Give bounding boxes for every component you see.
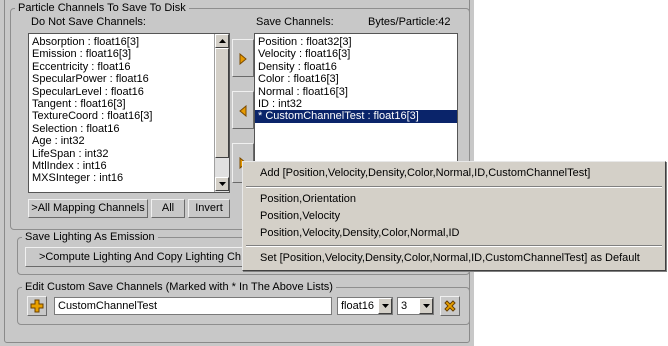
menu-separator (246, 245, 662, 247)
menu-item-set-default[interactable]: Set [Position,Velocity,Density,Color,Nor… (260, 251, 640, 265)
list-item[interactable]: MtlIndex : int16 (29, 160, 214, 172)
particle-channels-title: Particle Channels To Save To Disk (15, 2, 189, 15)
do-not-save-list[interactable]: Absorption : float16[3] Emission : float1… (28, 33, 230, 193)
all-button[interactable]: All (151, 199, 185, 218)
scroll-down-button[interactable] (215, 177, 229, 191)
list-item[interactable]: SpecularPower : float16 (29, 73, 214, 85)
presets-context-menu: Add [Position,Velocity,Density,Color,Nor… (242, 161, 666, 271)
channel-type-value: float16 (341, 300, 375, 312)
channel-type-dropdown-button[interactable] (378, 298, 392, 314)
delete-channel-button[interactable] (440, 296, 460, 316)
bytes-per-particle-label: Bytes/Particle:42 (368, 16, 451, 28)
x-delete-icon (444, 300, 456, 312)
channel-type-select[interactable]: float16 (337, 297, 393, 315)
channel-count-dropdown-button[interactable] (419, 298, 433, 314)
do-not-save-scrollbar[interactable] (214, 34, 229, 192)
menu-separator (246, 186, 662, 188)
compute-lighting-button[interactable]: >Compute Lighting And Copy Lighting Ch (25, 247, 255, 267)
triangle-left-icon (239, 105, 247, 117)
list-item[interactable]: Absorption : float16[3] (29, 36, 214, 48)
list-item[interactable]: * CustomChannelTest : float16[3] (255, 110, 457, 123)
list-item[interactable]: MXSInteger : int16 (29, 172, 214, 184)
move-left-button[interactable] (232, 91, 254, 129)
custom-channels-title: Edit Custom Save Channels (Marked with *… (22, 281, 336, 294)
list-item[interactable]: Emission : float16[3] (29, 48, 214, 60)
invert-button[interactable]: Invert (188, 199, 230, 218)
scroll-down-icon (219, 182, 226, 186)
plus-icon (30, 299, 44, 313)
add-channel-button[interactable] (27, 296, 47, 316)
move-right-button[interactable] (232, 39, 254, 77)
chevron-down-icon (382, 304, 389, 308)
list-item[interactable]: Position : float32[3] (255, 36, 457, 48)
list-item[interactable]: Normal : float16[3] (255, 86, 457, 98)
save-lighting-title: Save Lighting As Emission (22, 231, 158, 244)
list-item[interactable]: ID : int32 (255, 98, 457, 110)
list-item[interactable]: SpecularLevel : float16 (29, 86, 214, 98)
list-item[interactable]: Velocity : float16[3] (255, 48, 457, 60)
list-item[interactable]: LifeSpan : int32 (29, 148, 214, 160)
all-mapping-channels-button[interactable]: >All Mapping Channels (28, 199, 148, 218)
save-channels-label: Save Channels: (256, 16, 334, 28)
scroll-up-button[interactable] (215, 34, 229, 48)
list-item[interactable]: Eccentricity : float16 (29, 61, 214, 73)
list-item[interactable]: Density : float16 (255, 61, 457, 73)
list-item[interactable]: Tangent : float16[3] (29, 98, 214, 110)
scroll-thumb[interactable] (215, 48, 229, 158)
channel-count-value: 3 (401, 300, 408, 312)
list-item[interactable]: Selection : float16 (29, 123, 214, 135)
channel-count-select[interactable]: 3 (397, 297, 434, 315)
list-item[interactable]: Color : float16[3] (255, 73, 457, 85)
menu-item-position-velocity[interactable]: Position,Velocity (260, 209, 340, 223)
scroll-up-icon (219, 39, 226, 43)
menu-item-position-velocity-density[interactable]: Position,Velocity,Density,Color,Normal,I… (260, 226, 460, 240)
list-item[interactable]: TextureCoord : float16[3] (29, 110, 214, 122)
list-item[interactable]: Age : int32 (29, 135, 214, 147)
triangle-right-icon (239, 53, 247, 65)
menu-item-position-orientation[interactable]: Position,Orientation (260, 192, 356, 206)
menu-item-add-current[interactable]: Add [Position,Velocity,Density,Color,Nor… (260, 166, 590, 180)
chevron-down-icon (423, 304, 430, 308)
do-not-save-label: Do Not Save Channels: (31, 16, 146, 28)
channel-name-field[interactable]: CustomChannelTest (54, 297, 332, 315)
